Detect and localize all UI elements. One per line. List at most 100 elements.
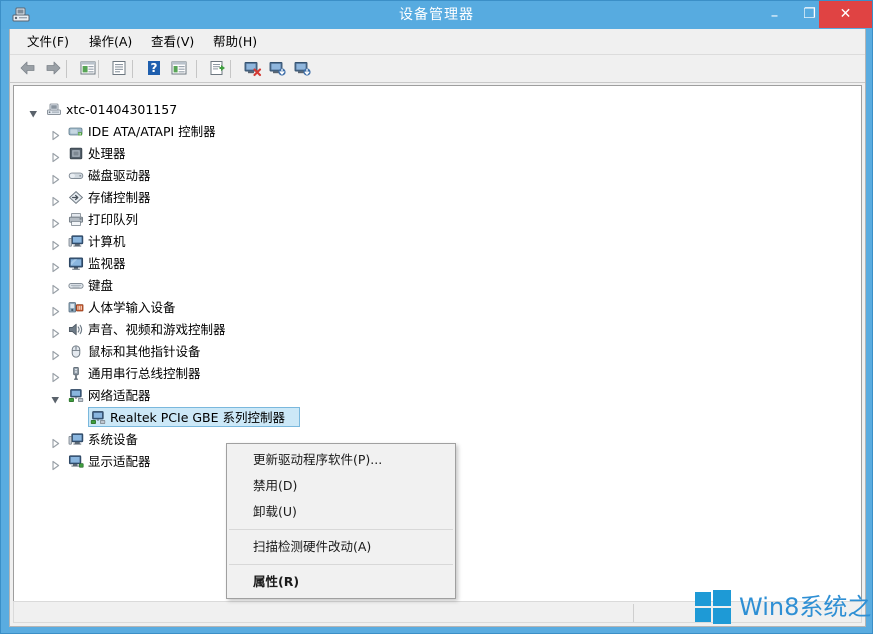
tree-node-keyboards[interactable]: 键盘 bbox=[14, 275, 861, 296]
chevron-right-icon[interactable] bbox=[50, 258, 61, 269]
tree-node-label: 显示适配器 bbox=[88, 451, 151, 472]
monitor-icon bbox=[68, 256, 84, 271]
tree-node-label: 监视器 bbox=[88, 253, 126, 274]
menu-file[interactable]: 文件(F) bbox=[20, 32, 76, 52]
tree-node-realtek-pcie-gbe[interactable]: Realtek PCIe GBE 系列控制器 bbox=[14, 407, 861, 428]
tree-node-processors[interactable]: 处理器 bbox=[14, 143, 861, 164]
ctx-disable[interactable]: 禁用(D) bbox=[227, 473, 455, 499]
properties-page-icon bbox=[109, 62, 129, 81]
chevron-right-icon[interactable] bbox=[50, 192, 61, 203]
enable-device-button[interactable] bbox=[242, 59, 264, 80]
tree-node-label: 系统设备 bbox=[88, 429, 138, 450]
context-menu-separator bbox=[229, 564, 453, 565]
tree-node-label: 磁盘驱动器 bbox=[88, 165, 151, 186]
computer-icon bbox=[68, 234, 84, 249]
context-menu[interactable]: 更新驱动程序软件(P)...禁用(D)卸载(U) 扫描检测硬件改动(A) 属性(R) bbox=[226, 443, 456, 599]
device-manager-window: 设备管理器 – ❐ ✕ 文件(F) 操作(A)查看(V)帮助(H) ? xtc-0… bbox=[0, 0, 873, 634]
tree-node-label: IDE ATA/ATAPI 控制器 bbox=[88, 121, 216, 142]
chevron-right-icon[interactable] bbox=[50, 170, 61, 181]
chevron-right-icon[interactable] bbox=[50, 148, 61, 159]
menu-action[interactable]: 操作(A) bbox=[82, 32, 139, 52]
disable-device-button[interactable] bbox=[267, 59, 289, 80]
svg-text:?: ? bbox=[151, 61, 158, 75]
minimize-icon: – bbox=[757, 4, 792, 26]
ctx-uninstall[interactable]: 卸载(U) bbox=[227, 499, 455, 525]
enable-device-icon bbox=[242, 62, 262, 81]
ctx-scan-for-hardware-changes[interactable]: 扫描检测硬件改动(A) bbox=[227, 534, 455, 560]
chevron-right-icon[interactable] bbox=[50, 126, 61, 137]
scan-hardware-button[interactable] bbox=[169, 59, 191, 80]
minimize-button[interactable]: – bbox=[757, 1, 792, 28]
processor-icon bbox=[68, 146, 84, 161]
tree-node-label: 存储控制器 bbox=[88, 187, 151, 208]
chevron-down-icon[interactable] bbox=[28, 104, 39, 115]
computer-root-icon bbox=[46, 102, 62, 117]
chevron-right-icon[interactable] bbox=[50, 368, 61, 379]
forward-button[interactable] bbox=[43, 59, 65, 80]
chevron-right-icon[interactable] bbox=[50, 280, 61, 291]
question-mark-icon: ? bbox=[144, 62, 164, 81]
ctx-update-driver-software[interactable]: 更新驱动程序软件(P)... bbox=[227, 447, 455, 473]
chevron-right-icon[interactable] bbox=[50, 214, 61, 225]
storage-controller-icon bbox=[68, 190, 84, 205]
speaker-icon bbox=[68, 322, 84, 337]
chevron-right-icon[interactable] bbox=[50, 456, 61, 467]
tree-node-mice-and-pointing-devices[interactable]: 鼠标和其他指针设备 bbox=[14, 341, 861, 362]
chevron-right-icon[interactable] bbox=[50, 236, 61, 247]
tree-node-human-interface-devices[interactable]: 人体学输入设备 bbox=[14, 297, 861, 318]
close-icon: ✕ bbox=[819, 1, 872, 28]
ide-controller-icon bbox=[68, 124, 84, 139]
tree-node-network-adapters[interactable]: 网络适配器 bbox=[14, 385, 861, 406]
tree-node-label: xtc-01404301157 bbox=[66, 99, 177, 120]
disk-drive-icon bbox=[68, 168, 84, 183]
tree-node-print-queues[interactable]: 打印队列 bbox=[14, 209, 861, 230]
tree-node-label: Realtek PCIe GBE 系列控制器 bbox=[110, 407, 285, 428]
arrow-right-icon bbox=[43, 62, 63, 81]
ctx-properties[interactable]: 属性(R) bbox=[227, 569, 455, 595]
network-adapter-icon bbox=[68, 388, 84, 403]
chevron-right-icon[interactable] bbox=[50, 434, 61, 445]
title-bar: 设备管理器 – ❐ ✕ bbox=[1, 1, 872, 29]
properties-button[interactable] bbox=[109, 59, 131, 80]
client-area: 文件(F) 操作(A)查看(V)帮助(H) ? xtc-01404301157ID… bbox=[9, 29, 866, 627]
hid-device-icon bbox=[68, 300, 84, 315]
tree-node-storage-controllers[interactable]: 存储控制器 bbox=[14, 187, 861, 208]
show-hide-console-tree-button[interactable] bbox=[78, 59, 100, 80]
toolbar-separator bbox=[66, 60, 67, 78]
close-button[interactable]: ✕ bbox=[819, 1, 872, 28]
status-bar bbox=[13, 601, 862, 623]
context-menu-separator bbox=[229, 529, 453, 530]
network-adapter-icon bbox=[90, 410, 106, 425]
tree-node-sound-video-game-controllers[interactable]: 声音、视频和游戏控制器 bbox=[14, 319, 861, 340]
tree-node-ide-ata-atapi[interactable]: IDE ATA/ATAPI 控制器 bbox=[14, 121, 861, 142]
tree-node-label: 网络适配器 bbox=[88, 385, 151, 406]
tree-node-disk-drives[interactable]: 磁盘驱动器 bbox=[14, 165, 861, 186]
tree-node-label: 计算机 bbox=[88, 231, 126, 252]
menu-help[interactable]: 帮助(H) bbox=[206, 32, 264, 52]
toolbar-separator bbox=[196, 60, 197, 78]
tree-node-label: 键盘 bbox=[88, 275, 113, 296]
disable-device-icon bbox=[267, 62, 287, 81]
tree-node-usb-controllers[interactable]: 通用串行总线控制器 bbox=[14, 363, 861, 384]
tree-node-label: 打印队列 bbox=[88, 209, 138, 230]
chevron-right-icon[interactable] bbox=[50, 346, 61, 357]
update-driver-button[interactable] bbox=[208, 59, 230, 80]
chevron-right-icon[interactable] bbox=[50, 324, 61, 335]
tree-node-computer[interactable]: 计算机 bbox=[14, 231, 861, 252]
menu-view[interactable]: 查看(V) bbox=[144, 32, 201, 52]
uninstall-device-icon bbox=[292, 62, 312, 81]
chevron-down-icon[interactable] bbox=[50, 390, 61, 401]
help-button[interactable]: ? bbox=[144, 59, 166, 80]
scan-window-icon bbox=[169, 62, 189, 81]
chevron-right-icon[interactable] bbox=[50, 302, 61, 313]
tree-node-monitors[interactable]: 监视器 bbox=[14, 253, 861, 274]
tree-node-label: 人体学输入设备 bbox=[88, 297, 176, 318]
back-button[interactable] bbox=[18, 59, 40, 80]
display-adapter-icon bbox=[68, 454, 84, 469]
printer-icon bbox=[68, 212, 84, 227]
tree-node-label: 声音、视频和游戏控制器 bbox=[88, 319, 226, 340]
toolbar-separator bbox=[132, 60, 133, 78]
uninstall-device-button[interactable] bbox=[292, 59, 314, 80]
window-title: 设备管理器 bbox=[1, 1, 872, 29]
tree-node-computer-root[interactable]: xtc-01404301157 bbox=[14, 99, 861, 120]
